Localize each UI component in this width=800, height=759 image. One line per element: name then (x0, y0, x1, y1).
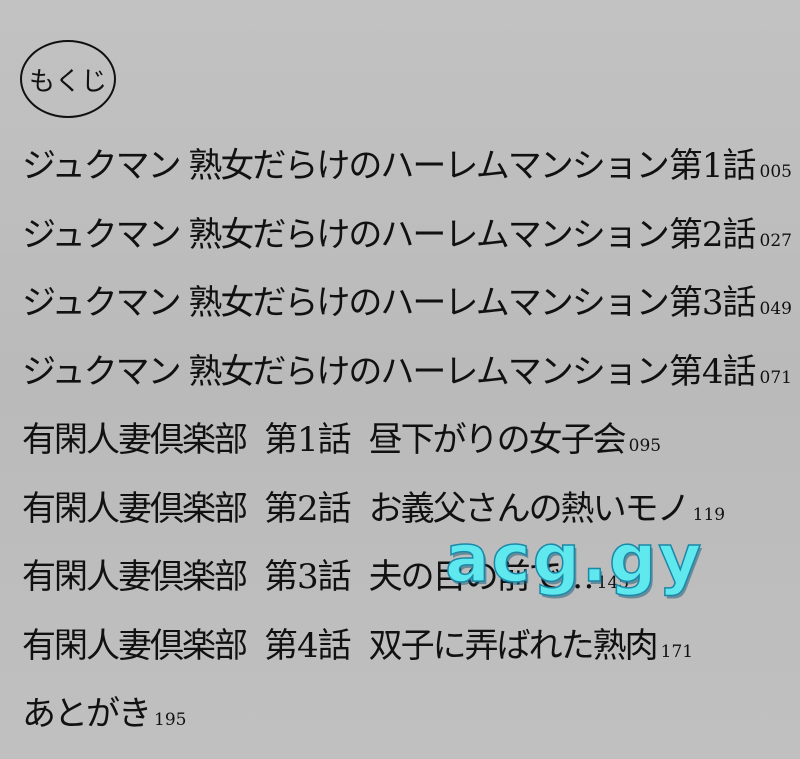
toc-page: もくじ ジュクマン 熟女だらけのハーレムマンション 第1話 005 ジュクマン 熟女… (0, 0, 800, 759)
entry-episode: 第3話 (264, 557, 352, 597)
entry-page: 171 (660, 641, 694, 662)
toc-entry: あとがき 195 (22, 686, 792, 755)
entry-series: あとがき (22, 694, 152, 734)
entry-page: 095 (628, 436, 662, 456)
toc-entry: 有閑人妻倶楽部 第4話 双子に弄ばれた熟肉 171 (22, 618, 792, 687)
toc-entry: ジュクマン 熟女だらけのハーレムマンション 第3話 049 (22, 275, 792, 344)
contents-heading-badge: もくじ (20, 40, 116, 118)
entry-series: 有閑人妻倶楽部 (22, 488, 248, 529)
entry-episode: 第2話 (264, 488, 352, 529)
entry-series: 有閑人妻倶楽部 (22, 557, 248, 597)
entry-episode: 第1話 (264, 420, 352, 460)
entry-page: 195 (154, 710, 187, 730)
toc-entry: ジュクマン 熟女だらけのハーレムマンション 第2話 027 (22, 207, 792, 276)
toc-entry: ジュクマン 熟女だらけのハーレムマンション 第4話 071 (22, 344, 792, 413)
entry-series: 有閑人妻倶楽部 (22, 625, 248, 666)
entry-page: 071 (759, 367, 792, 388)
entry-page: 005 (759, 162, 792, 182)
entry-page: 049 (759, 299, 792, 319)
toc-entry: ジュクマン 熟女だらけのハーレムマンション 第1話 005 (22, 138, 792, 207)
entry-episode: 第1話 (668, 146, 757, 186)
entry-episode: 第4話 (668, 351, 757, 392)
entry-series: 有閑人妻倶楽部 (22, 420, 248, 460)
table-of-contents: ジュクマン 熟女だらけのハーレムマンション 第1話 005 ジュクマン 熟女だらけの… (22, 138, 792, 755)
entry-title: 昼下がりの女子会 (368, 420, 627, 460)
entry-page: 027 (759, 230, 792, 251)
entry-series: ジュクマン 熟女だらけのハーレムマンション (22, 214, 670, 255)
contents-heading: もくじ (28, 66, 107, 97)
entry-title: 双子に弄ばれた熟肉 (368, 625, 659, 666)
site-watermark: acg.gy (444, 519, 704, 598)
entry-series: ジュクマン 熟女だらけのハーレムマンション (22, 351, 670, 392)
entry-series: ジュクマン 熟女だらけのハーレムマンション (22, 146, 670, 186)
entry-episode: 第2話 (668, 214, 757, 255)
entry-series: ジュクマン 熟女だらけのハーレムマンション (22, 283, 670, 323)
entry-episode: 第3話 (668, 283, 757, 323)
entry-episode: 第4話 (264, 625, 352, 666)
toc-entry: 有閑人妻倶楽部 第1話 昼下がりの女子会 095 (22, 412, 792, 481)
